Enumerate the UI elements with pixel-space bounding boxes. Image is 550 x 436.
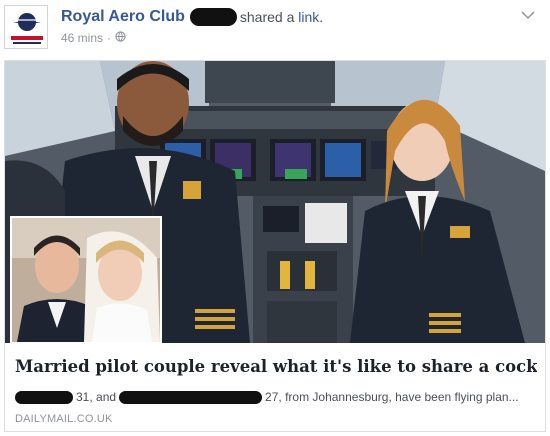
redacted-name	[119, 390, 263, 404]
redacted-name	[15, 390, 73, 404]
author-name[interactable]: Royal Aero Club	[61, 8, 185, 26]
link-source-domain: DAILYMAIL.CO.UK	[15, 413, 113, 425]
link-headline[interactable]: Married pilot couple reveal what it's li…	[15, 357, 537, 376]
wedding-photo-inset	[10, 216, 162, 343]
post-header-line: Royal Aero Club shared a link.	[61, 6, 323, 28]
royal-aero-club-logo[interactable]	[4, 5, 48, 49]
link-preview-image[interactable]	[5, 61, 545, 343]
description-part-2: 27, from Johannesburg, have been flying …	[265, 390, 519, 404]
globe-icon	[115, 31, 126, 45]
action-link[interactable]: link.	[298, 9, 323, 25]
post-meta: 46 mins ·	[61, 30, 126, 46]
redacted-name	[189, 8, 237, 26]
link-description: 31, and 27, from Johannesburg, have been…	[15, 389, 537, 405]
action-text: shared a	[239, 9, 299, 25]
post-action: shared a link.	[240, 9, 323, 25]
facebook-post: Royal Aero Club shared a link. 46 mins ·	[0, 0, 550, 436]
link-preview-text[interactable]: Married pilot couple reveal what it's li…	[5, 343, 545, 431]
post-timestamp[interactable]: 46 mins	[61, 31, 103, 45]
description-part-1: 31, and	[76, 390, 117, 404]
link-preview-card[interactable]: Married pilot couple reveal what it's li…	[4, 60, 546, 432]
meta-separator: ·	[107, 31, 112, 45]
chevron-down-icon[interactable]	[520, 8, 536, 20]
